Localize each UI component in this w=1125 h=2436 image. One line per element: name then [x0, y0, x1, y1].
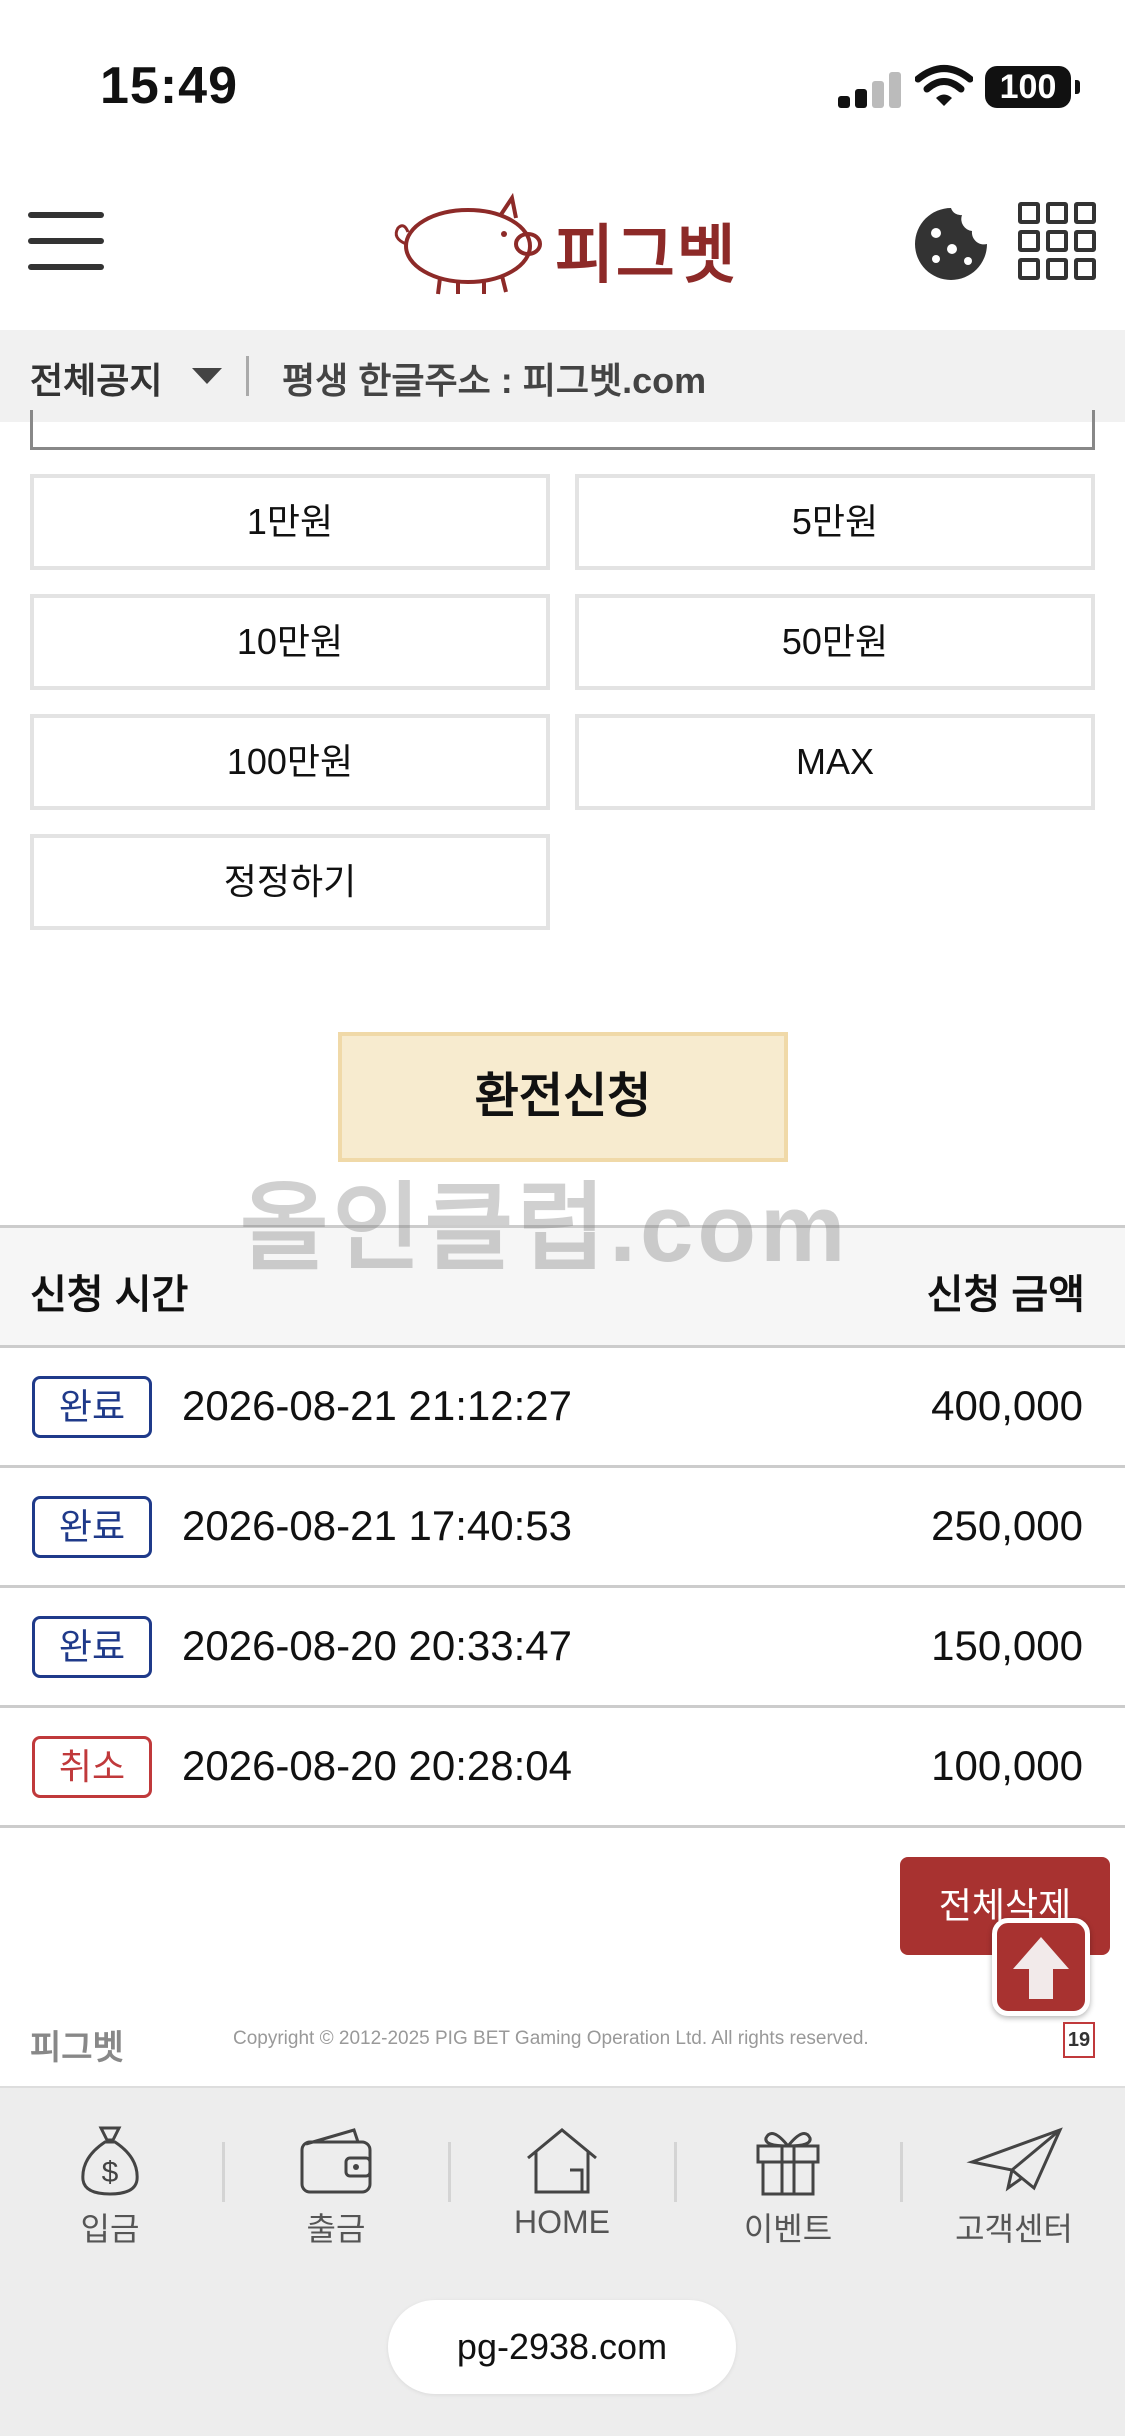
notice-bar[interactable]: 전체공지 평생 한글주소 : 피그벳.com: [0, 330, 1125, 422]
divider: [246, 356, 249, 396]
status-badge: 완료: [32, 1496, 152, 1558]
divider: [900, 2142, 903, 2202]
footer: 피그벳 Copyright © 2012-2025 PIG BET Gaming…: [0, 2010, 1125, 2080]
signal-icon: [838, 72, 901, 108]
notice-text: 평생 한글주소 : 피그벳.com: [282, 360, 707, 401]
row-time: 2026-08-20 20:33:47: [182, 1622, 572, 1669]
money-bag-icon: $: [81, 2126, 139, 2196]
nav-deposit-label: 입금: [80, 2211, 140, 2247]
age-restriction-badge: 19: [1063, 2022, 1095, 2058]
nav-deposit[interactable]: $ 입금: [10, 2122, 210, 2262]
nav-home-label: HOME: [514, 2204, 610, 2240]
brand-logo[interactable]: 피그벳: [380, 188, 750, 298]
table-row: 완료 2026-08-20 20:33:47 150,000: [0, 1588, 1125, 1708]
row-amount: 250,000: [931, 1502, 1083, 1549]
nav-support-label: 고객센터: [955, 2211, 1073, 2247]
scroll-top-button[interactable]: [992, 1918, 1090, 2016]
withdraw-history-table: 신청 시간 신청 금액 완료 2026-08-21 21:12:27 400,0…: [0, 1225, 1125, 1828]
svg-text:$: $: [102, 2156, 119, 2189]
amount-100k-button[interactable]: 10만원: [30, 594, 550, 690]
header-time: 신청 시간: [30, 1273, 189, 1317]
row-time: 2026-08-21 17:40:53: [182, 1502, 572, 1549]
notice-category[interactable]: 전체공지: [30, 352, 162, 404]
nav-home[interactable]: HOME: [462, 2122, 662, 2262]
browser-url-bar[interactable]: pg-2938.com: [388, 2300, 736, 2394]
app-header: 피그벳: [0, 180, 1125, 330]
status-badge: 완료: [32, 1376, 152, 1438]
caret-down-icon[interactable]: [192, 368, 222, 384]
battery-indicator: 100: [985, 66, 1080, 108]
divider: [674, 2142, 677, 2202]
wifi-icon: [915, 65, 973, 106]
divider: [222, 2142, 225, 2202]
row-time: 2026-08-21 21:12:27: [182, 1382, 572, 1429]
status-bar: 15:49 100: [0, 0, 1125, 150]
cookie-icon[interactable]: [912, 205, 990, 283]
divider: [448, 2142, 451, 2202]
nav-support[interactable]: 고객센터: [914, 2122, 1114, 2262]
amount-max-button[interactable]: MAX: [575, 714, 1095, 810]
hamburger-menu-icon[interactable]: [28, 206, 108, 276]
row-time: 2026-08-20 20:28:04: [182, 1742, 572, 1789]
grid-menu-icon[interactable]: [1018, 202, 1096, 280]
home-icon: [527, 2128, 597, 2194]
wallet-icon: [300, 2128, 372, 2194]
amount-500k-button[interactable]: 50만원: [575, 594, 1095, 690]
withdraw-apply-button[interactable]: 환전신청: [338, 1032, 788, 1162]
pig-logo-icon: [394, 192, 542, 295]
watermark: 올인클럽.com: [240, 1175, 850, 1282]
paper-plane-icon: [966, 2127, 1063, 2192]
amount-10k-button[interactable]: 1만원: [30, 474, 550, 570]
amount-50k-button[interactable]: 5만원: [575, 474, 1095, 570]
row-amount: 150,000: [931, 1622, 1083, 1669]
status-badge: 완료: [32, 1616, 152, 1678]
nav-withdraw-label: 출금: [306, 2211, 366, 2247]
status-badge: 취소: [32, 1736, 152, 1798]
nav-event[interactable]: 이벤트: [688, 2122, 888, 2262]
row-amount: 100,000: [931, 1742, 1083, 1789]
gift-icon: [756, 2132, 820, 2196]
table-row: 취소 2026-08-20 20:28:04 100,000: [0, 1708, 1125, 1828]
reset-amount-button[interactable]: 정정하기: [30, 834, 550, 930]
footer-logo: 피그벳: [30, 2029, 124, 2067]
arrow-up-icon: [1013, 1937, 1069, 1999]
nav-event-label: 이벤트: [743, 2211, 833, 2247]
logo-text: 피그벳: [555, 219, 738, 291]
amount-1m-button[interactable]: 100만원: [30, 714, 550, 810]
table-row: 완료 2026-08-21 21:12:27 400,000: [0, 1348, 1125, 1468]
table-row: 완료 2026-08-21 17:40:53 250,000: [0, 1468, 1125, 1588]
nav-withdraw[interactable]: 출금: [236, 2122, 436, 2262]
status-time: 15:49: [100, 57, 238, 115]
header-amount: 신청 금액: [926, 1273, 1085, 1317]
copyright-text: Copyright © 2012-2025 PIG BET Gaming Ope…: [233, 2028, 869, 2049]
amount-input[interactable]: [30, 410, 1095, 450]
row-amount: 400,000: [931, 1382, 1083, 1429]
